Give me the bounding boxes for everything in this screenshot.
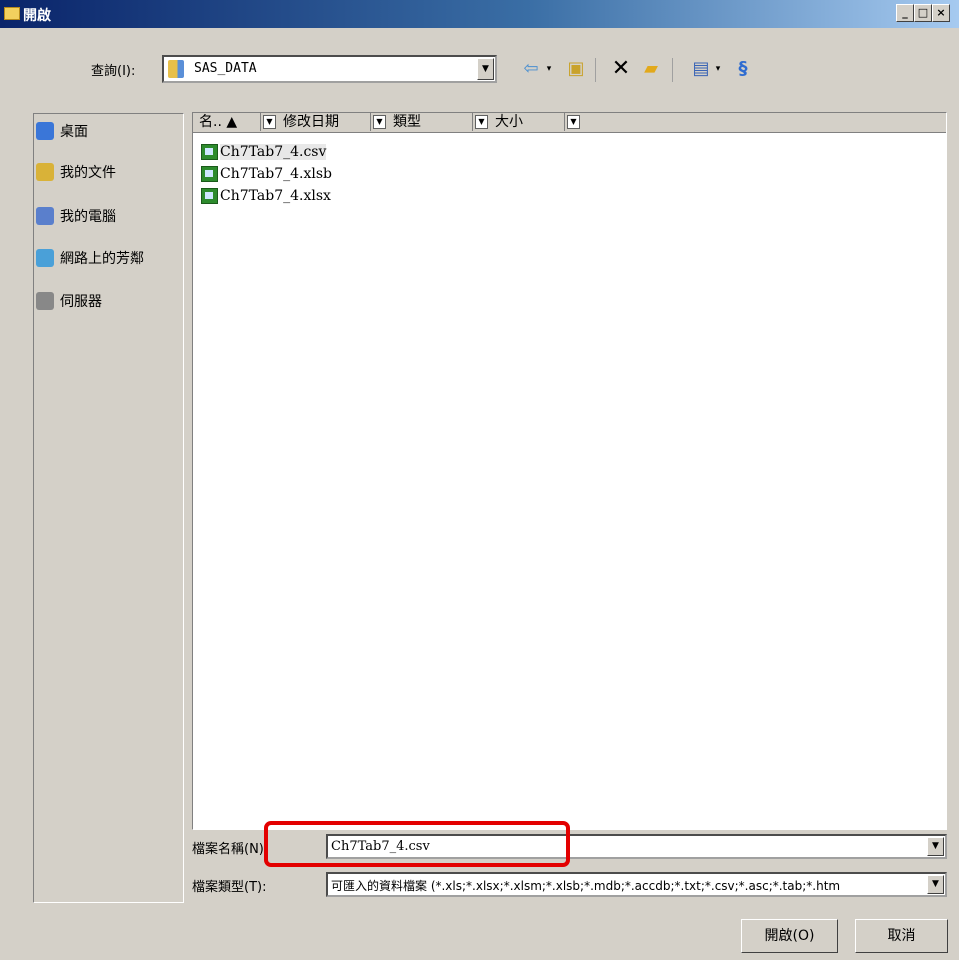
place-my-documents[interactable]: 我的文件 [36,159,116,185]
my-documents-icon [36,163,54,181]
lookin-combobox[interactable]: SAS_DATA ▼ [162,55,497,83]
place-label: 桌面 [60,124,88,140]
network-icon [36,249,54,267]
minimize-button[interactable]: _ [896,4,914,22]
place-network[interactable]: 網路上的芳鄰 [36,245,144,271]
lookin-value: SAS_DATA [194,61,257,76]
place-label: 我的文件 [60,165,116,181]
excel-file-icon [201,166,218,182]
folder-icon [4,7,20,20]
close-button[interactable]: × [932,4,950,22]
title-bar[interactable] [0,0,959,28]
back-dropdown-icon[interactable]: ▾ [544,58,554,80]
filetype-label: 檔案類型(T): [192,880,267,895]
back-arrow-icon[interactable]: ⇦ [520,58,542,80]
open-button[interactable]: 開啟(O) [741,919,838,953]
tools-icon[interactable]: § [732,58,754,80]
cancel-button[interactable]: 取消 [855,919,948,953]
file-item[interactable]: Ch7Tab7_4.xlsb [201,163,332,185]
file-list[interactable]: 名.. ▲ ▼ 修改日期 ▼ 類型 ▼ 大小 ▼ Ch7Tab7_4.csv C… [192,112,947,830]
chevron-down-icon[interactable]: ▼ [475,115,488,129]
highlight-box [264,821,570,867]
places-bar: 桌面 我的文件 我的電腦 網路上的芳鄰 伺服器 [33,113,184,903]
column-size[interactable]: 大小 [489,113,565,131]
chevron-down-icon[interactable]: ▼ [927,837,944,856]
lookin-label: 查詢(I): [91,64,136,79]
delete-x-icon[interactable]: ✕ [610,58,632,80]
chevron-down-icon[interactable]: ▼ [373,115,386,129]
server-icon [36,292,54,310]
place-label: 我的電腦 [60,209,116,225]
chevron-down-icon[interactable]: ▼ [477,58,494,80]
filetype-select[interactable]: 可匯入的資料檔案 (*.xls;*.xlsx;*.xlsm;*.xlsb;*.m… [326,872,947,897]
file-name: Ch7Tab7_4.xlsx [220,188,331,204]
filetype-value: 可匯入的資料檔案 (*.xls;*.xlsx;*.xlsm;*.xlsb;*.m… [331,879,841,893]
chevron-down-icon[interactable]: ▼ [927,875,944,894]
views-dropdown-icon[interactable]: ▾ [713,58,723,80]
column-blank [581,113,946,131]
place-server[interactable]: 伺服器 [36,288,102,314]
place-my-computer[interactable]: 我的電腦 [36,203,116,229]
up-folder-icon[interactable]: ▣ [565,58,587,80]
maximize-button[interactable]: □ [914,4,932,22]
column-modified[interactable]: 修改日期 [277,113,371,131]
excel-file-icon [201,188,218,204]
toolbar-separator [672,58,673,82]
column-header: 名.. ▲ ▼ 修改日期 ▼ 類型 ▼ 大小 ▼ [193,113,946,133]
filename-label: 檔案名稱(N): [192,842,269,857]
window-title: 開啟 [23,8,51,24]
my-computer-icon [36,207,54,225]
file-item[interactable]: Ch7Tab7_4.xlsx [201,185,331,207]
column-type[interactable]: 類型 [387,113,473,131]
excel-file-icon [201,144,218,160]
column-name[interactable]: 名.. ▲ [193,113,261,131]
place-label: 網路上的芳鄰 [60,251,144,267]
place-label: 伺服器 [60,294,102,310]
folder-icon [168,60,184,78]
place-desktop[interactable]: 桌面 [36,118,88,144]
views-menu-icon[interactable]: ▤ [690,58,712,80]
chevron-down-icon[interactable]: ▼ [263,115,276,129]
chevron-down-icon[interactable]: ▼ [567,115,580,129]
file-name: Ch7Tab7_4.xlsb [220,166,332,182]
toolbar-separator [595,58,596,82]
desktop-icon [36,122,54,140]
new-folder-icon[interactable]: ▰ [640,58,662,80]
file-name: Ch7Tab7_4.csv [220,144,327,160]
file-item[interactable]: Ch7Tab7_4.csv [201,141,327,163]
